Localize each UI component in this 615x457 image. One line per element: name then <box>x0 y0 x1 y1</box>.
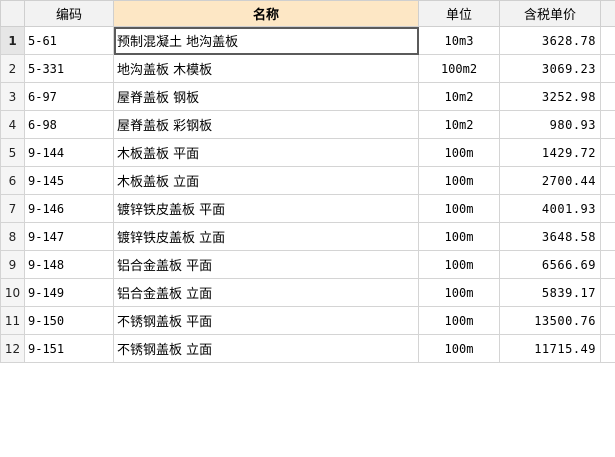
column-header-price[interactable]: 含税单价 <box>499 0 601 27</box>
cell-price[interactable]: 5839.17 <box>499 278 601 307</box>
cell-name[interactable]: 屋脊盖板 彩钢板 <box>113 110 419 139</box>
cell-code[interactable]: 9-150 <box>24 306 114 335</box>
cell-name[interactable]: 预制混凝土 地沟盖板 <box>113 26 419 55</box>
cell-filler <box>600 54 615 83</box>
table-row[interactable]: 11 9-150 不锈钢盖板 平面 100m 13500.76 <box>0 306 615 335</box>
cell-name[interactable]: 不锈钢盖板 平面 <box>113 306 419 335</box>
table-row[interactable]: 6 9-145 木板盖板 立面 100m 2700.44 <box>0 166 615 195</box>
cell-code[interactable]: 9-149 <box>24 278 114 307</box>
cell-code[interactable]: 5-61 <box>24 26 114 55</box>
cell-unit[interactable]: 10m2 <box>418 82 500 111</box>
cell-price[interactable]: 2700.44 <box>499 166 601 195</box>
cell-code[interactable]: 9-146 <box>24 194 114 223</box>
cell-code[interactable]: 9-144 <box>24 138 114 167</box>
cell-name[interactable]: 铝合金盖板 立面 <box>113 278 419 307</box>
cell-price[interactable]: 11715.49 <box>499 334 601 363</box>
cell-filler <box>600 26 615 55</box>
cell-filler <box>600 222 615 251</box>
cell-name[interactable]: 不锈钢盖板 立面 <box>113 334 419 363</box>
column-header-name[interactable]: 名称 <box>113 0 419 27</box>
cell-filler <box>600 194 615 223</box>
cell-name[interactable]: 铝合金盖板 平面 <box>113 250 419 279</box>
row-number[interactable]: 2 <box>0 54 25 83</box>
cell-code[interactable]: 6-97 <box>24 82 114 111</box>
cell-code[interactable]: 9-145 <box>24 166 114 195</box>
cell-name[interactable]: 木板盖板 平面 <box>113 138 419 167</box>
cell-unit[interactable]: 100m <box>418 222 500 251</box>
row-number[interactable]: 8 <box>0 222 25 251</box>
column-header-unit[interactable]: 单位 <box>418 0 500 27</box>
table-row[interactable]: 5 9-144 木板盖板 平面 100m 1429.72 <box>0 138 615 167</box>
cell-name[interactable]: 镀锌铁皮盖板 平面 <box>113 194 419 223</box>
cell-filler <box>600 278 615 307</box>
cell-price[interactable]: 3648.58 <box>499 222 601 251</box>
cell-price[interactable]: 6566.69 <box>499 250 601 279</box>
cell-price[interactable]: 3252.98 <box>499 82 601 111</box>
cell-name[interactable]: 屋脊盖板 钢板 <box>113 82 419 111</box>
cell-code[interactable]: 6-98 <box>24 110 114 139</box>
column-header-code[interactable]: 编码 <box>24 0 114 27</box>
cell-unit[interactable]: 100m <box>418 138 500 167</box>
cell-code[interactable]: 9-148 <box>24 250 114 279</box>
quota-grid[interactable]: 编码 名称 单位 含税单价 1 5-61 预制混凝土 地沟盖板 10m3 362… <box>0 0 615 363</box>
cell-price[interactable]: 3628.78 <box>499 26 601 55</box>
cell-unit[interactable]: 100m <box>418 278 500 307</box>
cell-filler <box>600 138 615 167</box>
row-number[interactable]: 11 <box>0 306 25 335</box>
table-row[interactable]: 8 9-147 镀锌铁皮盖板 立面 100m 3648.58 <box>0 222 615 251</box>
grid-body: 1 5-61 预制混凝土 地沟盖板 10m3 3628.78 2 5-331 地… <box>0 26 615 363</box>
cell-unit[interactable]: 100m <box>418 194 500 223</box>
table-row[interactable]: 9 9-148 铝合金盖板 平面 100m 6566.69 <box>0 250 615 279</box>
cell-unit[interactable]: 10m3 <box>418 26 500 55</box>
cell-price[interactable]: 980.93 <box>499 110 601 139</box>
table-row[interactable]: 12 9-151 不锈钢盖板 立面 100m 11715.49 <box>0 334 615 363</box>
cell-filler <box>600 250 615 279</box>
cell-code[interactable]: 5-331 <box>24 54 114 83</box>
cell-unit[interactable]: 100m2 <box>418 54 500 83</box>
table-row[interactable]: 10 9-149 铝合金盖板 立面 100m 5839.17 <box>0 278 615 307</box>
cell-filler <box>600 82 615 111</box>
row-number-header[interactable] <box>0 0 25 27</box>
cell-unit[interactable]: 100m <box>418 306 500 335</box>
column-header-filler <box>600 0 615 27</box>
cell-price[interactable]: 3069.23 <box>499 54 601 83</box>
cell-unit[interactable]: 100m <box>418 166 500 195</box>
cell-filler <box>600 110 615 139</box>
row-number[interactable]: 7 <box>0 194 25 223</box>
row-number[interactable]: 12 <box>0 334 25 363</box>
row-number[interactable]: 6 <box>0 166 25 195</box>
table-row[interactable]: 7 9-146 镀锌铁皮盖板 平面 100m 4001.93 <box>0 194 615 223</box>
row-number[interactable]: 1 <box>0 26 25 55</box>
cell-filler <box>600 306 615 335</box>
row-number[interactable]: 3 <box>0 82 25 111</box>
cell-price[interactable]: 1429.72 <box>499 138 601 167</box>
cell-name[interactable]: 地沟盖板 木模板 <box>113 54 419 83</box>
cell-filler <box>600 334 615 363</box>
row-number[interactable]: 9 <box>0 250 25 279</box>
row-number[interactable]: 10 <box>0 278 25 307</box>
table-row[interactable]: 2 5-331 地沟盖板 木模板 100m2 3069.23 <box>0 54 615 83</box>
cell-price[interactable]: 13500.76 <box>499 306 601 335</box>
cell-code[interactable]: 9-147 <box>24 222 114 251</box>
table-row[interactable]: 3 6-97 屋脊盖板 钢板 10m2 3252.98 <box>0 82 615 111</box>
cell-unit[interactable]: 10m2 <box>418 110 500 139</box>
cell-filler <box>600 166 615 195</box>
cell-code[interactable]: 9-151 <box>24 334 114 363</box>
row-number[interactable]: 4 <box>0 110 25 139</box>
table-row[interactable]: 4 6-98 屋脊盖板 彩钢板 10m2 980.93 <box>0 110 615 139</box>
cell-name[interactable]: 木板盖板 立面 <box>113 166 419 195</box>
table-row[interactable]: 1 5-61 预制混凝土 地沟盖板 10m3 3628.78 <box>0 26 615 55</box>
row-number[interactable]: 5 <box>0 138 25 167</box>
cell-price[interactable]: 4001.93 <box>499 194 601 223</box>
cell-unit[interactable]: 100m <box>418 334 500 363</box>
cell-name[interactable]: 镀锌铁皮盖板 立面 <box>113 222 419 251</box>
header-row: 编码 名称 单位 含税单价 <box>0 0 615 27</box>
cell-unit[interactable]: 100m <box>418 250 500 279</box>
